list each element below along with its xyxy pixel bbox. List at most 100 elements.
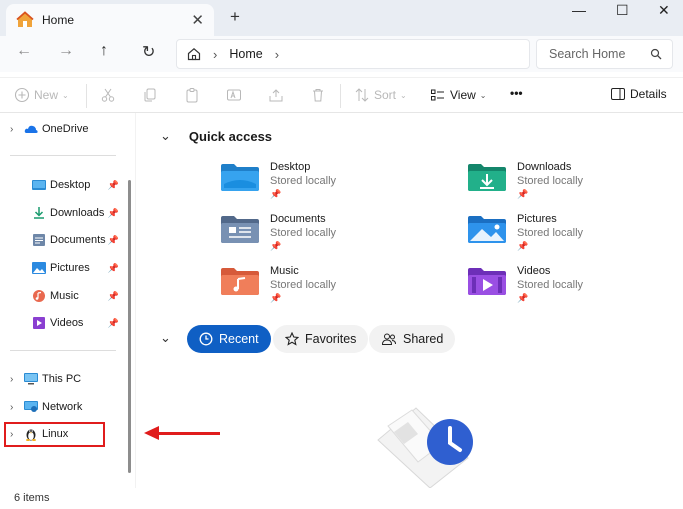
tab-label: Shared [403, 332, 444, 346]
share-icon[interactable] [268, 87, 284, 103]
sidebar-item-downloads[interactable]: Downloads 📌 [0, 202, 125, 224]
rename-icon[interactable] [226, 87, 242, 103]
breadcrumb-expand[interactable]: › [275, 47, 279, 62]
details-label: Details [630, 87, 667, 101]
quick-access-sub: Stored locally [270, 227, 337, 239]
sidebar-item-network[interactable]: › Network [0, 396, 125, 418]
sidebar-scrollbar[interactable] [128, 180, 131, 473]
chevron-right-icon[interactable]: › [10, 374, 24, 385]
quick-access-desktop[interactable]: Desktop Stored locally 📌 [220, 160, 336, 201]
back-button[interactable]: ← [16, 42, 32, 60]
sidebar-item-label: Desktop [50, 179, 91, 191]
sidebar-item-label: Pictures [50, 262, 90, 274]
quick-access-sub: Stored locally [517, 279, 584, 291]
chevron-down-icon: ⌄ [62, 90, 69, 100]
new-button[interactable]: New ⌄ [14, 87, 69, 103]
details-pane-icon [611, 88, 625, 100]
details-button[interactable]: Details [610, 87, 667, 101]
network-icon [24, 401, 38, 412]
sidebar-item-desktop[interactable]: Desktop 📌 [0, 174, 125, 196]
chevron-right-icon[interactable]: › [10, 124, 24, 135]
documents-icon [33, 234, 45, 246]
quick-access-name: Downloads [517, 161, 572, 173]
pin-icon: 📌 [107, 207, 119, 218]
copy-icon[interactable] [142, 87, 158, 103]
pin-icon: 📌 [107, 317, 119, 328]
annotation-arrow-icon [144, 426, 159, 440]
close-tab-icon[interactable]: ✕ [191, 11, 204, 29]
refresh-button[interactable]: ↻ [142, 42, 155, 62]
chevron-down-icon[interactable]: ⌄ [160, 330, 171, 346]
paste-icon[interactable] [184, 87, 200, 103]
tab-shared[interactable]: Shared [369, 325, 456, 353]
search-input[interactable]: Search Home [549, 47, 625, 61]
quick-access-music[interactable]: Music Stored locally 📌 [220, 264, 336, 305]
search-icon [650, 48, 662, 60]
home-outline-icon [187, 48, 201, 61]
quick-access-name: Desktop [270, 161, 311, 173]
view-label: View [450, 88, 476, 102]
pin-icon: 📌 [107, 262, 119, 273]
quick-access-pictures[interactable]: Pictures Stored locally 📌 [467, 212, 583, 253]
pin-icon: 📌 [107, 234, 119, 245]
tab-title: Home [42, 13, 75, 27]
cut-icon[interactable] [100, 87, 116, 103]
search-box[interactable]: Search Home [536, 39, 673, 69]
quick-access-sub: Stored locally [517, 175, 584, 187]
pictures-icon [32, 262, 46, 274]
tab-label: Recent [219, 332, 259, 346]
quick-access-videos[interactable]: Videos Stored locally 📌 [467, 264, 583, 305]
quick-access-documents[interactable]: Documents Stored locally 📌 [220, 212, 336, 253]
quick-access-sub: Stored locally [270, 175, 337, 187]
sidebar-divider [10, 350, 116, 351]
tab-recent[interactable]: Recent [187, 325, 271, 353]
pin-icon: 📌 [517, 293, 529, 303]
people-icon [381, 333, 396, 345]
music-folder-icon [221, 268, 259, 295]
pane-divider [135, 113, 136, 488]
quick-access-sub: Stored locally [270, 279, 337, 291]
close-window-button[interactable]: ✕ [658, 2, 670, 19]
toolbar-divider [86, 84, 87, 108]
downloads-icon [34, 207, 44, 219]
more-options-button[interactable]: ••• [510, 86, 523, 100]
pin-icon: 📌 [107, 290, 119, 301]
breadcrumb-home[interactable]: Home [229, 47, 262, 61]
sidebar-item-this-pc[interactable]: › This PC [0, 368, 125, 390]
sidebar-item-videos[interactable]: Videos 📌 [0, 312, 125, 334]
tab-label: Favorites [305, 332, 357, 346]
clock-icon [199, 332, 213, 346]
quick-access-title: Quick access [188, 128, 273, 144]
up-button[interactable]: ↑ [100, 42, 108, 60]
sidebar-item-documents[interactable]: Documents 📌 [0, 229, 125, 251]
desktop-folder-icon [221, 164, 259, 191]
view-button[interactable]: View ⌄ [430, 87, 487, 103]
sidebar-item-onedrive[interactable]: › OneDrive [0, 118, 125, 140]
sidebar-item-music[interactable]: Music 📌 [0, 285, 125, 307]
sidebar-item-label: Videos [50, 317, 84, 329]
videos-folder-icon [468, 268, 506, 295]
home-icon [16, 11, 34, 27]
quick-access-downloads[interactable]: Downloads Stored locally 📌 [467, 160, 583, 201]
forward-button[interactable]: → [58, 42, 74, 60]
sidebar-item-label: This PC [42, 373, 82, 385]
pin-icon: 📌 [270, 189, 282, 199]
tab-favorites[interactable]: Favorites [273, 325, 369, 353]
toolbar-divider [340, 84, 341, 108]
chevron-down-icon[interactable]: ⌄ [160, 128, 171, 144]
title-bar: Home ✕ + — ☐ ✕ [0, 0, 683, 36]
new-label: New [34, 88, 59, 102]
sort-button[interactable]: Sort ⌄ [354, 87, 407, 103]
delete-icon[interactable] [310, 87, 326, 103]
minimize-button[interactable]: — [572, 2, 586, 18]
onedrive-icon [24, 125, 38, 133]
recent-empty-illustration [377, 407, 473, 488]
new-tab-button[interactable]: + [230, 7, 240, 27]
quick-access-name: Pictures [517, 213, 557, 225]
address-bar[interactable]: › Home › [176, 39, 530, 69]
quick-access-header[interactable]: ⌄ Quick access [160, 128, 272, 144]
chevron-right-icon[interactable]: › [10, 402, 24, 413]
tab-home[interactable]: Home ✕ [6, 4, 214, 36]
sidebar-item-pictures[interactable]: Pictures 📌 [0, 257, 125, 279]
maximize-button[interactable]: ☐ [616, 2, 629, 19]
